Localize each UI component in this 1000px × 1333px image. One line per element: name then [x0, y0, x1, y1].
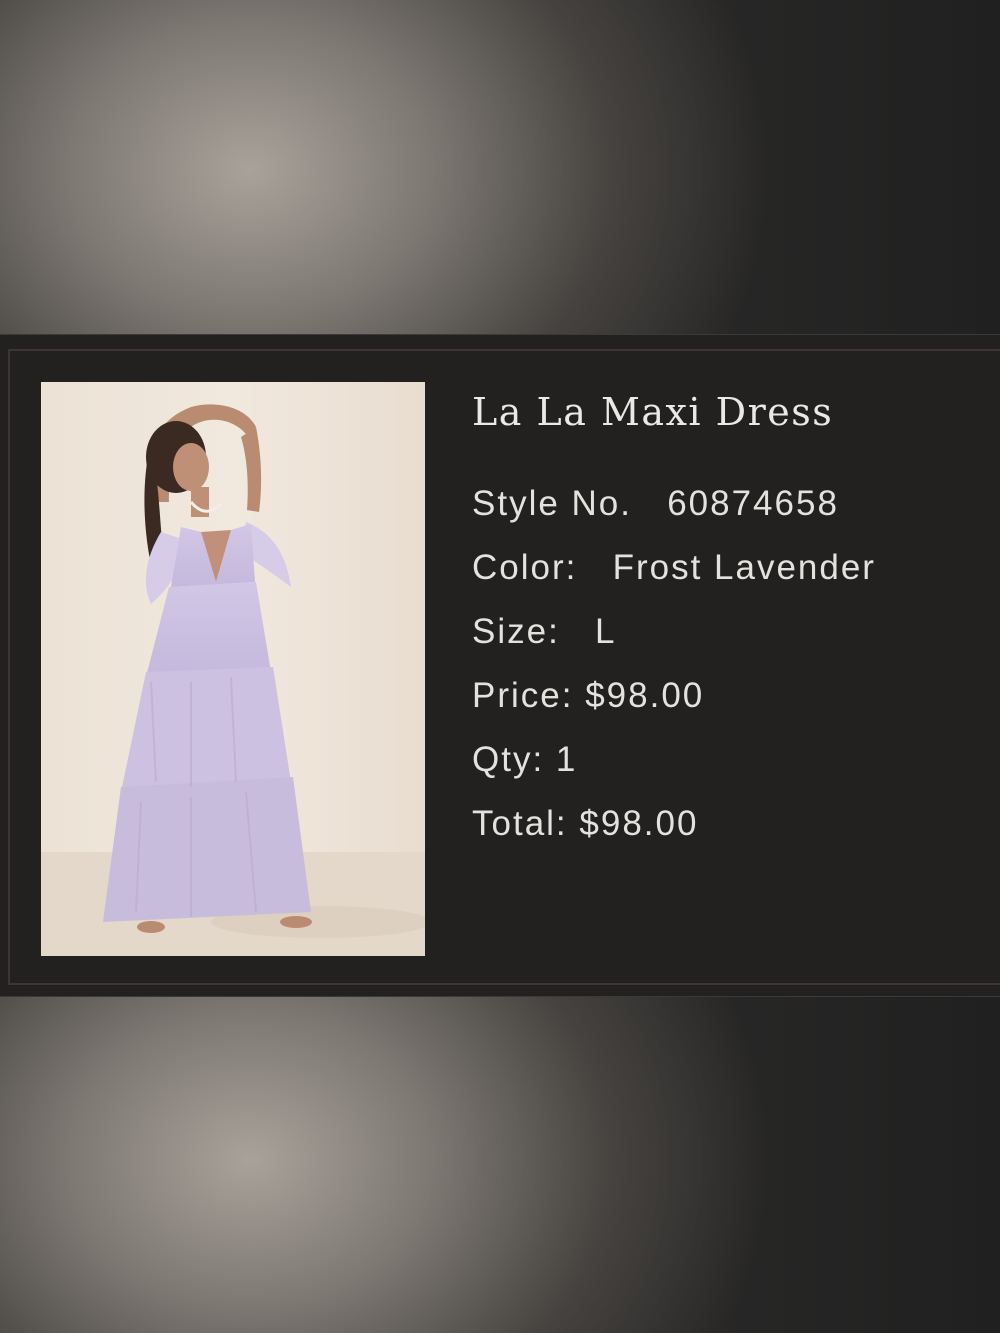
color-row: Color: Frost Lavender	[472, 548, 876, 588]
style-number-label: Style No.	[472, 484, 632, 523]
style-number-value: 60874658	[667, 484, 839, 523]
size-value: L	[595, 612, 617, 651]
total-row: Total: $98.00	[472, 804, 698, 844]
price-row: Price: $98.00	[472, 676, 704, 716]
product-image[interactable]	[41, 382, 425, 956]
color-value: Frost Lavender	[612, 548, 876, 587]
size-label: Size:	[472, 612, 560, 651]
quantity-row: Qty: 1	[472, 740, 577, 780]
total-label: Total:	[472, 804, 568, 843]
product-title[interactable]: La La Maxi Dress	[472, 384, 992, 444]
price-label: Price:	[472, 676, 574, 715]
dress-illustration	[41, 382, 425, 956]
style-number-row: Style No. 60874658	[472, 484, 839, 524]
total-value: $98.00	[579, 804, 699, 843]
quantity-label: Qty:	[472, 740, 545, 779]
quantity-value: 1	[555, 740, 578, 779]
size-row: Size: L	[472, 612, 616, 652]
product-details: La La Maxi Dress Style No. 60874658 Colo…	[472, 384, 992, 843]
color-label: Color:	[472, 548, 578, 587]
price-value: $98.00	[585, 676, 705, 715]
